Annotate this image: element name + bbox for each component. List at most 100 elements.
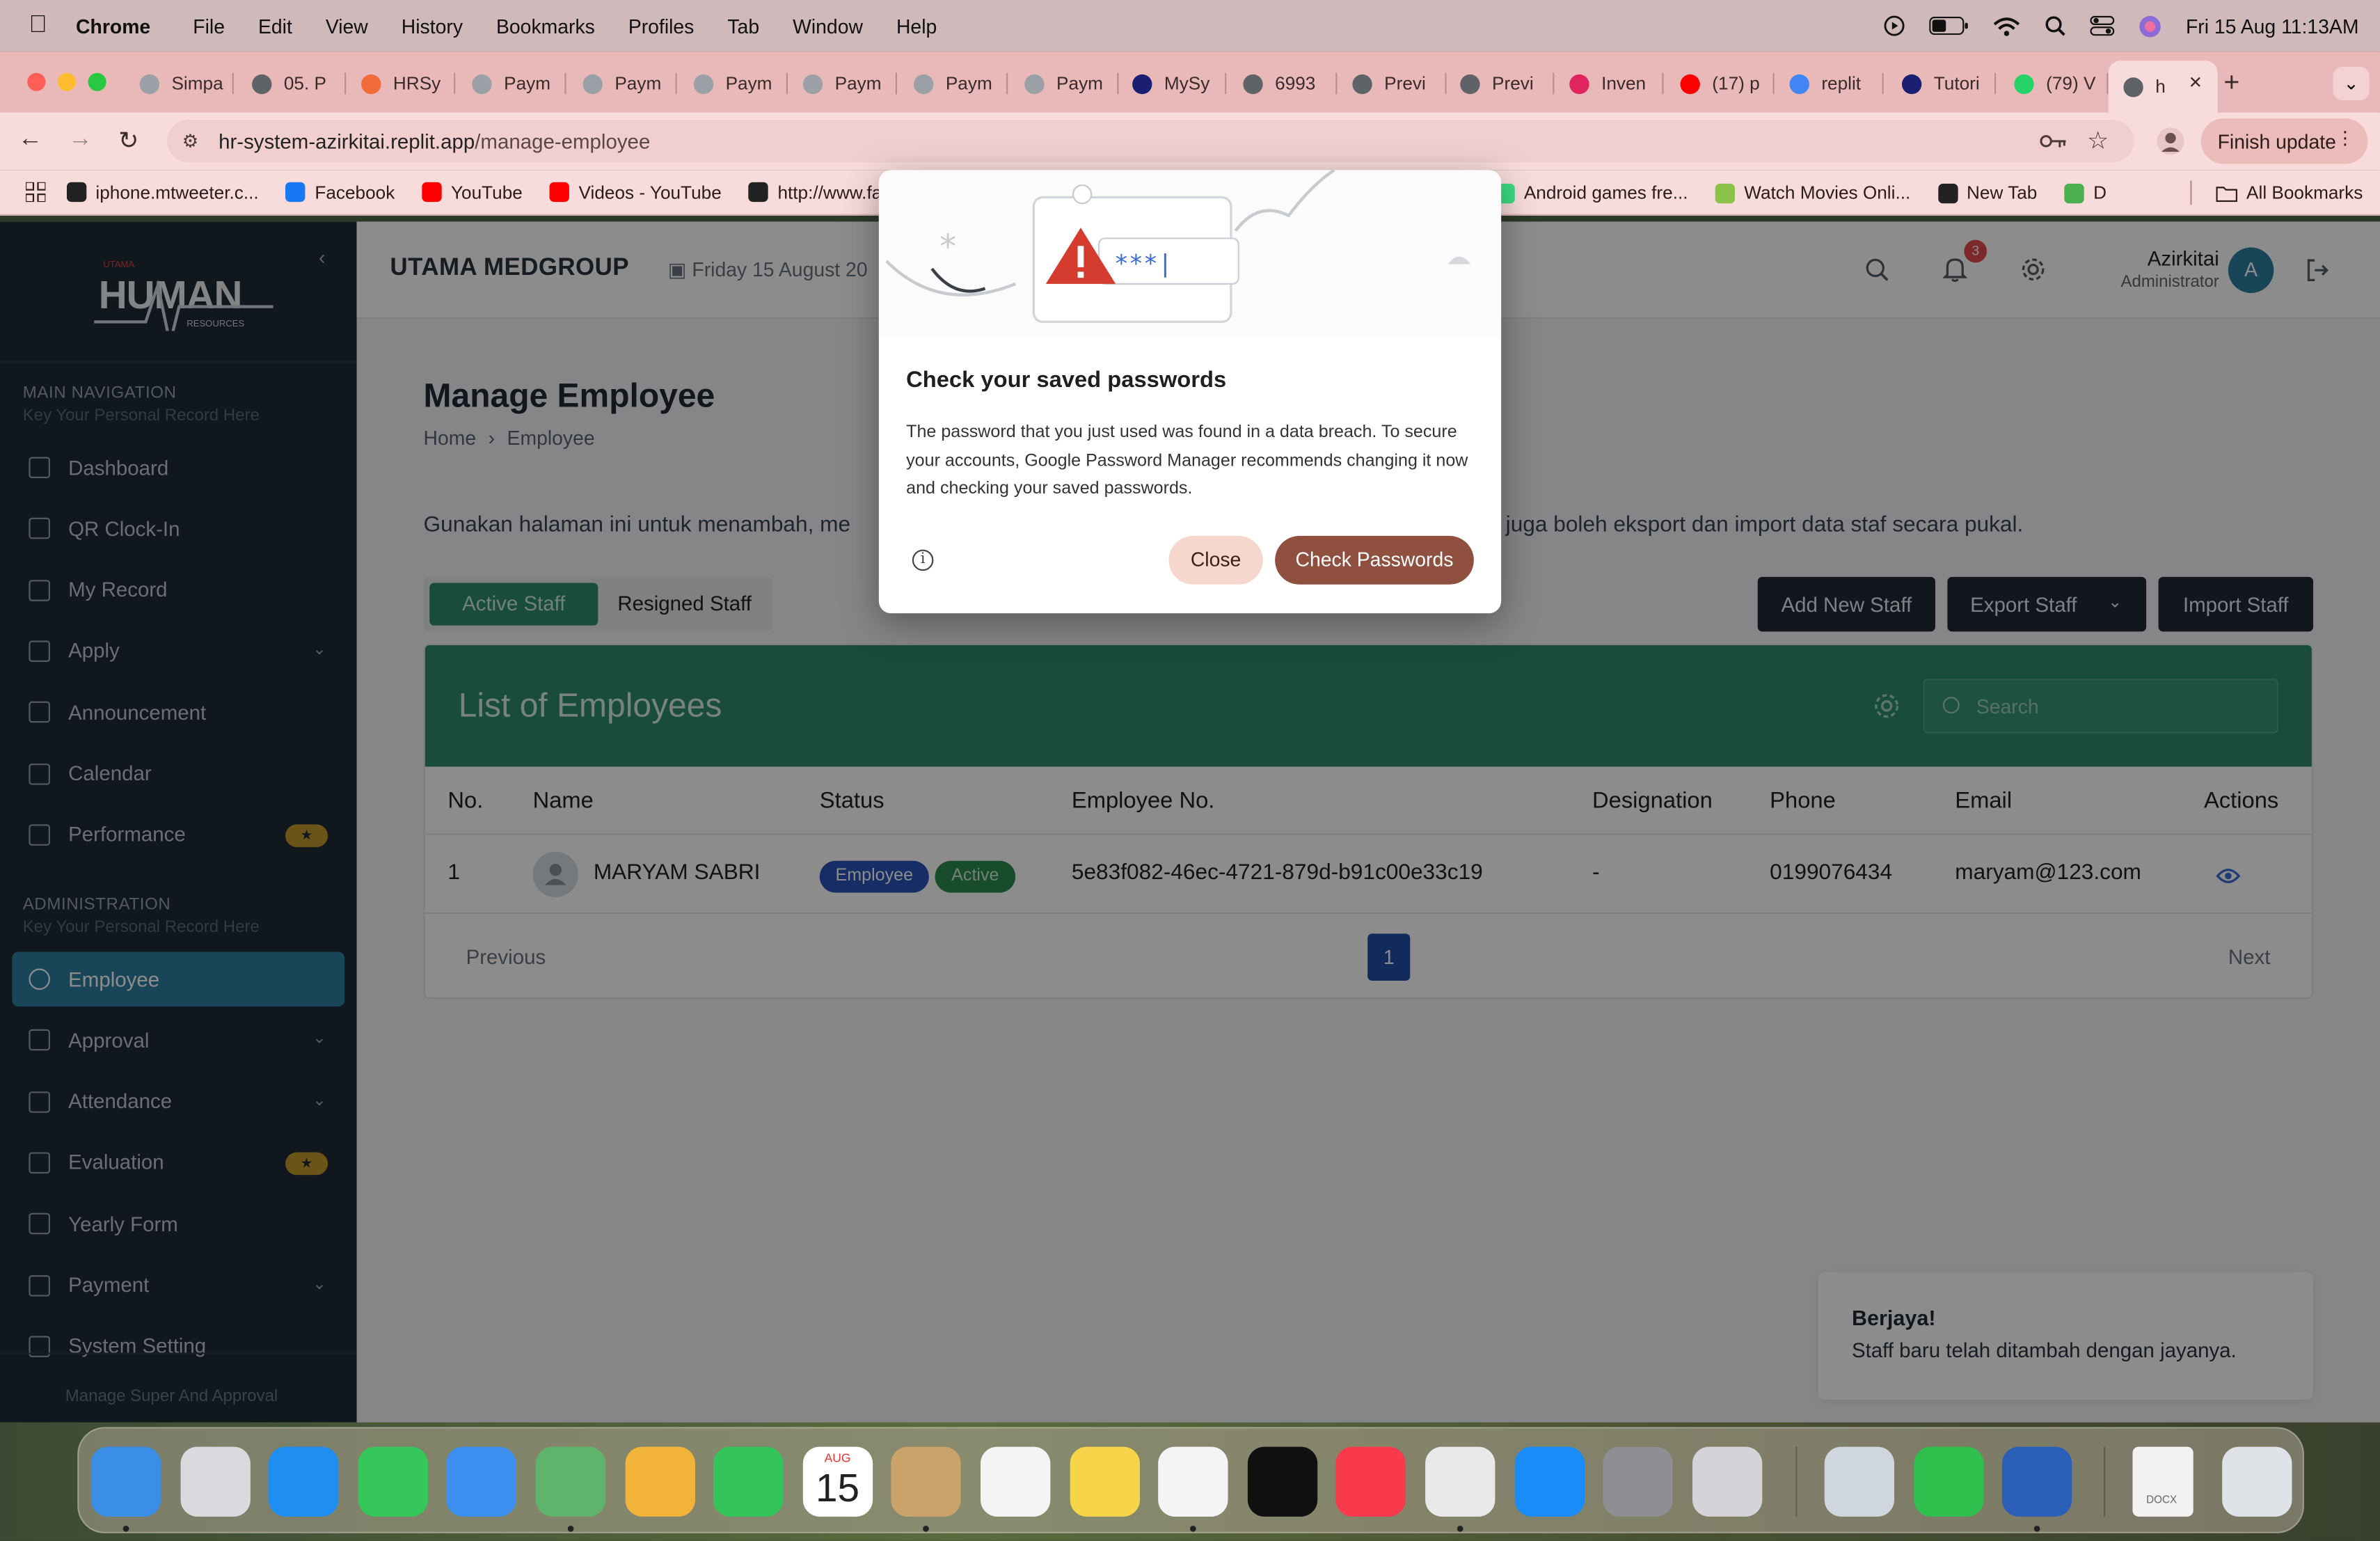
chrome-icon[interactable]: [1425, 1446, 1496, 1517]
messages-icon[interactable]: [358, 1446, 428, 1517]
password-key-icon[interactable]: [2040, 132, 2067, 150]
menu-file[interactable]: File: [193, 15, 225, 38]
menu-help[interactable]: Help: [896, 15, 937, 38]
url-text[interactable]: hr-system-azirkitai.replit.app/manage-em…: [219, 129, 650, 152]
control-center-icon[interactable]: [2090, 15, 2115, 37]
profile-avatar-icon[interactable]: [2155, 126, 2186, 157]
browser-tab[interactable]: 6993: [1228, 61, 1338, 106]
back-button[interactable]: ←: [18, 126, 42, 153]
browser-tab[interactable]: Inven: [1554, 61, 1664, 106]
iphone-mirroring-icon[interactable]: [1692, 1446, 1762, 1517]
all-bookmarks-folder[interactable]: All Bookmarks: [2216, 182, 2363, 204]
bookmark-favicon-icon: [422, 182, 442, 203]
freeform-icon[interactable]: [1158, 1446, 1228, 1517]
reminders-icon[interactable]: [981, 1446, 1051, 1517]
menu-edit[interactable]: Edit: [258, 15, 292, 38]
tab-search-button[interactable]: ⌄: [2333, 66, 2370, 100]
minimize-window-button[interactable]: [57, 72, 77, 91]
info-icon[interactable]: i: [912, 549, 934, 571]
finish-update-button[interactable]: Finish update ⋮: [2200, 118, 2368, 164]
preview-icon[interactable]: [1824, 1446, 1895, 1517]
browser-tab[interactable]: Previ: [1338, 61, 1447, 106]
siri-icon[interactable]: [2139, 15, 2161, 38]
contacts-icon[interactable]: [891, 1446, 962, 1517]
browser-tab[interactable]: Paym: [457, 61, 566, 106]
menu-history[interactable]: History: [402, 15, 463, 38]
bookmark-star-icon[interactable]: ☆: [2087, 126, 2109, 157]
browser-tab[interactable]: Previ: [1445, 61, 1555, 106]
mail-icon[interactable]: [447, 1446, 517, 1517]
browser-tab[interactable]: replit: [1775, 61, 1884, 106]
bookmark-item[interactable]: New Tab: [1937, 182, 2037, 203]
site-info-icon[interactable]: ⚙: [182, 131, 213, 152]
tab-favicon-icon: [472, 73, 492, 94]
browser-tab[interactable]: (17) p: [1665, 61, 1775, 106]
word-icon[interactable]: [2002, 1446, 2072, 1517]
bookmark-item[interactable]: Videos - YouTube: [550, 182, 722, 203]
safari-icon[interactable]: [269, 1446, 339, 1517]
bookmark-item[interactable]: D: [2064, 182, 2107, 204]
trash-icon[interactable]: [2222, 1446, 2292, 1517]
browser-tab[interactable]: Tutori: [1887, 61, 1997, 106]
bookmark-item[interactable]: Watch Movies Onli...: [1715, 182, 1910, 203]
now-playing-icon[interactable]: [1884, 15, 1905, 37]
clock[interactable]: Fri 15 Aug 11:13AM: [2186, 15, 2359, 38]
browser-tab[interactable]: Paym: [898, 61, 1008, 106]
menu-view[interactable]: View: [326, 15, 368, 38]
notes-icon[interactable]: [1069, 1446, 1140, 1517]
close-button[interactable]: Close: [1168, 535, 1263, 585]
spotlight-search-icon[interactable]: [2045, 15, 2066, 37]
menu-bookmarks[interactable]: Bookmarks: [496, 15, 595, 38]
browser-tab[interactable]: Paym: [679, 61, 788, 106]
menu-window[interactable]: Window: [793, 15, 863, 38]
browser-tab[interactable]: Paym: [1009, 61, 1119, 106]
bookmark-item[interactable]: iphone.mtweeter.c...: [66, 182, 259, 203]
bookmark-item[interactable]: http://www.fa: [749, 182, 882, 203]
bookmark-label: http://www.fa: [777, 181, 882, 203]
maps-icon[interactable]: [535, 1446, 606, 1517]
apps-grid-icon[interactable]: [26, 182, 46, 203]
app-store-icon[interactable]: [1514, 1446, 1585, 1517]
docx-file-icon[interactable]: DOCX: [2132, 1446, 2193, 1517]
browser-tab[interactable]: 05. P: [237, 61, 347, 106]
bookmark-label: D: [2093, 182, 2107, 204]
close-tab-icon[interactable]: ✕: [2189, 73, 2203, 93]
apple-tv-icon[interactable]: [1247, 1446, 1317, 1517]
menu-app-name[interactable]: Chrome: [76, 15, 150, 38]
menu-tab[interactable]: Tab: [727, 15, 759, 38]
facetime-icon[interactable]: [713, 1446, 784, 1517]
tab-favicon-icon: [139, 73, 160, 94]
forward-button[interactable]: →: [68, 126, 93, 153]
browser-tab[interactable]: Simpa: [125, 61, 234, 106]
bookmark-item[interactable]: Facebook: [285, 182, 395, 203]
close-window-button[interactable]: [27, 72, 46, 91]
check-passwords-button[interactable]: Check Passwords: [1275, 535, 1474, 585]
calendar-icon[interactable]: AUG 15: [802, 1446, 873, 1517]
browser-tab[interactable]: Paym: [788, 61, 898, 106]
menu-profiles[interactable]: Profiles: [628, 15, 695, 38]
docx-label: DOCX: [2146, 1495, 2177, 1506]
numbers-icon[interactable]: [1913, 1446, 1983, 1517]
reload-button[interactable]: ↻: [118, 126, 138, 157]
launchpad-icon[interactable]: [180, 1446, 250, 1517]
system-settings-icon[interactable]: [1603, 1446, 1674, 1517]
battery-icon[interactable]: [1929, 16, 1969, 35]
browser-tab[interactable]: (79) V: [1999, 61, 2109, 106]
running-indicator: [1457, 1526, 1463, 1532]
zoom-window-button[interactable]: [88, 72, 106, 91]
wifi-icon[interactable]: [1993, 16, 2020, 35]
finder-icon[interactable]: [90, 1446, 161, 1517]
all-bookmarks-label: All Bookmarks: [2246, 182, 2363, 204]
browser-tab[interactable]: h ✕: [2108, 61, 2218, 113]
music-icon[interactable]: [1336, 1446, 1406, 1517]
new-tab-button[interactable]: +: [2223, 67, 2239, 99]
photos-icon[interactable]: [624, 1446, 695, 1517]
bookmark-item[interactable]: Android games fre...: [1495, 182, 1688, 203]
address-bar[interactable]: ⚙ hr-system-azirkitai.replit.app/manage-…: [166, 120, 2134, 163]
apple-icon[interactable]: : [0, 12, 76, 39]
bookmark-favicon-icon: [285, 182, 306, 203]
browser-tab[interactable]: MySy: [1117, 61, 1227, 106]
browser-tab[interactable]: Paym: [568, 61, 677, 106]
browser-tab[interactable]: HRSy: [346, 61, 456, 106]
bookmark-item[interactable]: YouTube: [422, 182, 523, 203]
